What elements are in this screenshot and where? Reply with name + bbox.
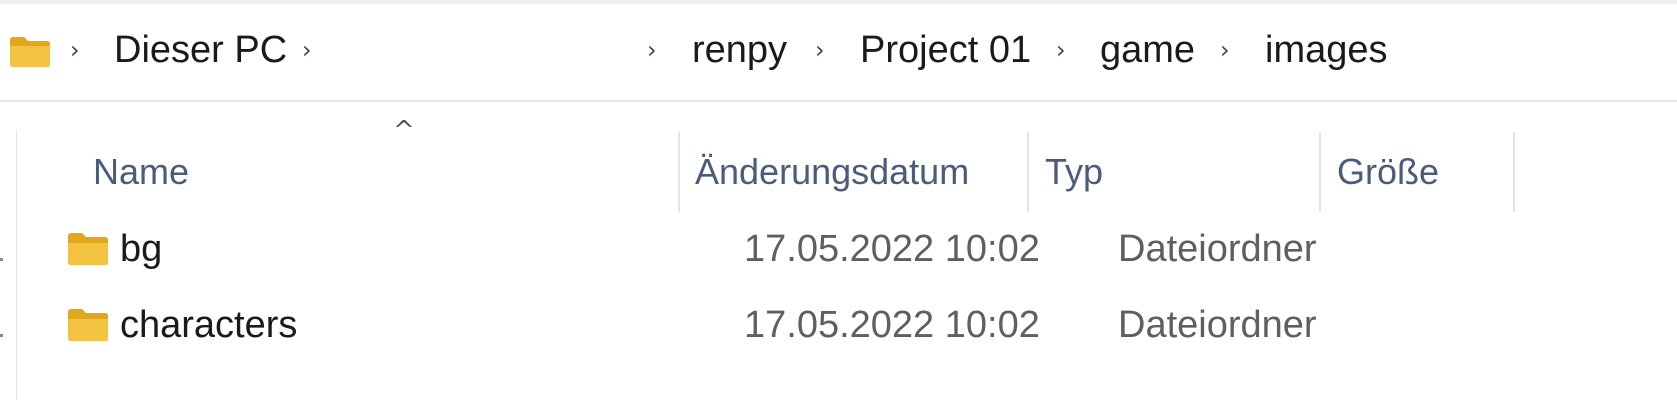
file-modified: 17.05.2022 10:02: [744, 228, 1040, 270]
file-row[interactable]: characters 17.05.2022 10:02 Dateiordner: [40, 290, 1620, 360]
breadcrumb-item-game[interactable]: game: [1100, 27, 1195, 73]
file-type: Dateiordner: [1118, 228, 1317, 270]
file-name: characters: [120, 304, 298, 346]
address-bar[interactable]: › Dieser PC › › renpy › Project 01 › gam…: [0, 4, 1677, 102]
breadcrumb-item-project-01[interactable]: Project 01: [860, 27, 1031, 73]
column-header-modified[interactable]: Änderungsdatum: [695, 150, 969, 194]
chevron-right-icon[interactable]: ›: [1220, 32, 1230, 68]
chevron-right-icon[interactable]: ›: [70, 32, 80, 68]
column-resize-handle[interactable]: [1319, 132, 1321, 212]
column-resize-handle[interactable]: [1513, 132, 1515, 212]
chevron-right-icon[interactable]: ›: [302, 32, 312, 68]
breadcrumb-item-this-pc[interactable]: Dieser PC: [114, 27, 287, 73]
folder-icon[interactable]: [8, 34, 52, 68]
breadcrumb-item-redacted[interactable]: [360, 28, 680, 74]
chevron-right-icon[interactable]: ›: [1056, 32, 1066, 68]
column-resize-handle[interactable]: [678, 132, 680, 212]
sort-ascending-icon: ^: [393, 116, 415, 146]
chevron-right-icon[interactable]: ›: [815, 32, 825, 68]
file-row[interactable]: bg 17.05.2022 10:02 Dateiordner: [40, 214, 1620, 284]
column-header-name[interactable]: Name: [93, 150, 189, 194]
column-header-size[interactable]: Größe: [1337, 150, 1439, 194]
chevron-right-icon[interactable]: ›: [647, 32, 657, 68]
breadcrumb-item-renpy[interactable]: renpy: [692, 27, 787, 73]
breadcrumb-item-images[interactable]: images: [1265, 27, 1388, 73]
column-resize-handle[interactable]: [1027, 132, 1029, 212]
file-name: bg: [120, 228, 163, 270]
file-type: Dateiordner: [1118, 304, 1317, 346]
tree-indicator: [0, 334, 3, 337]
file-modified: 17.05.2022 10:02: [744, 304, 1040, 346]
folder-icon: [66, 306, 110, 342]
folder-icon: [66, 230, 110, 266]
tree-indicator: [0, 258, 3, 261]
column-header-type[interactable]: Typ: [1045, 150, 1103, 194]
